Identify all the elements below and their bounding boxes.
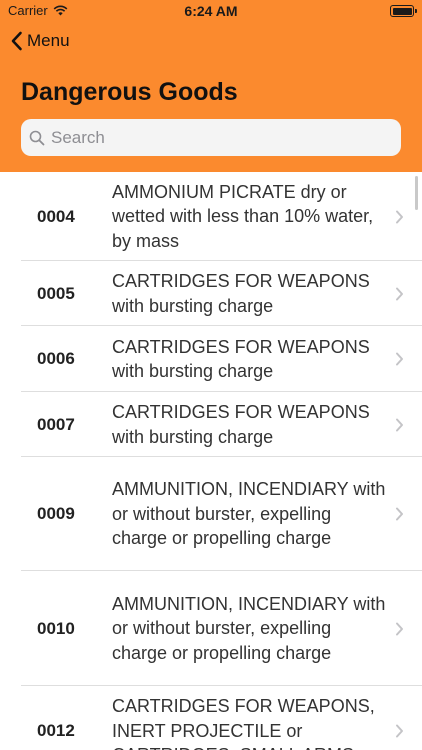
un-code: 0010 — [37, 618, 75, 638]
item-description: CARTRIDGES FOR WEAPONS with bursting cha… — [112, 336, 370, 382]
un-code: 0005 — [37, 283, 75, 303]
list-item[interactable]: 0005 CARTRIDGES FOR WEAPONS with bursting… — [0, 261, 422, 326]
item-description: AMMUNITION, INCENDIARY with or without b… — [112, 479, 386, 549]
un-code: 0012 — [37, 721, 75, 740]
chevron-right-icon — [396, 507, 403, 521]
status-time: 6:24 AM — [184, 3, 238, 19]
list-item[interactable]: 0010 AMMUNITION, INCENDIARY with or witho… — [0, 571, 422, 686]
item-description: CARTRIDGES FOR WEAPONS with bursting cha… — [112, 271, 370, 316]
back-label: Menu — [27, 31, 70, 50]
page-title: Dangerous Goods — [21, 78, 238, 106]
list-item[interactable]: 0004 AMMONIUM PICRATE dry or wetted with … — [0, 172, 422, 261]
un-code: 0004 — [37, 206, 75, 226]
item-description: CARTRIDGES FOR WEAPONS with bursting cha… — [112, 402, 370, 447]
un-code: 0007 — [37, 414, 75, 434]
search-icon — [29, 130, 45, 145]
chevron-right-icon — [396, 724, 403, 738]
search-input[interactable] — [51, 127, 381, 148]
list-item[interactable]: 0007 CARTRIDGES FOR WEAPONS with bursting… — [0, 392, 422, 457]
chevron-right-icon — [396, 287, 403, 300]
back-button[interactable]: Menu — [10, 31, 70, 51]
item-description: AMMUNITION, INCENDIARY with or without b… — [112, 593, 386, 663]
nav-header: Carrier 6:24 AM Menu Dangerous Goods — [0, 0, 422, 172]
list-item[interactable]: 0009 AMMUNITION, INCENDIARY with or witho… — [0, 457, 422, 571]
un-code: 0006 — [37, 349, 75, 368]
list-item[interactable]: 0012 CARTRIDGES FOR WEAPONS, INERT PROJEC… — [0, 686, 422, 750]
item-description: AMMONIUM PICRATE dry or wetted with less… — [112, 181, 374, 251]
chevron-right-icon — [396, 210, 403, 223]
scroll-indicator — [415, 176, 418, 210]
goods-list: 0004 AMMONIUM PICRATE dry or wetted with … — [0, 172, 422, 750]
search-bar[interactable] — [21, 119, 401, 156]
chevron-left-icon — [11, 31, 22, 51]
chevron-right-icon — [396, 418, 403, 431]
battery-icon — [390, 5, 417, 17]
chevron-right-icon — [396, 352, 403, 366]
item-description: CARTRIDGES FOR WEAPONS, INERT PROJECTILE… — [112, 696, 375, 750]
status-bar: Carrier 6:24 AM — [0, 0, 422, 22]
un-code: 0009 — [37, 504, 75, 523]
chevron-right-icon — [396, 622, 403, 635]
list-item[interactable]: 0006 CARTRIDGES FOR WEAPONS with bursting… — [0, 326, 422, 392]
